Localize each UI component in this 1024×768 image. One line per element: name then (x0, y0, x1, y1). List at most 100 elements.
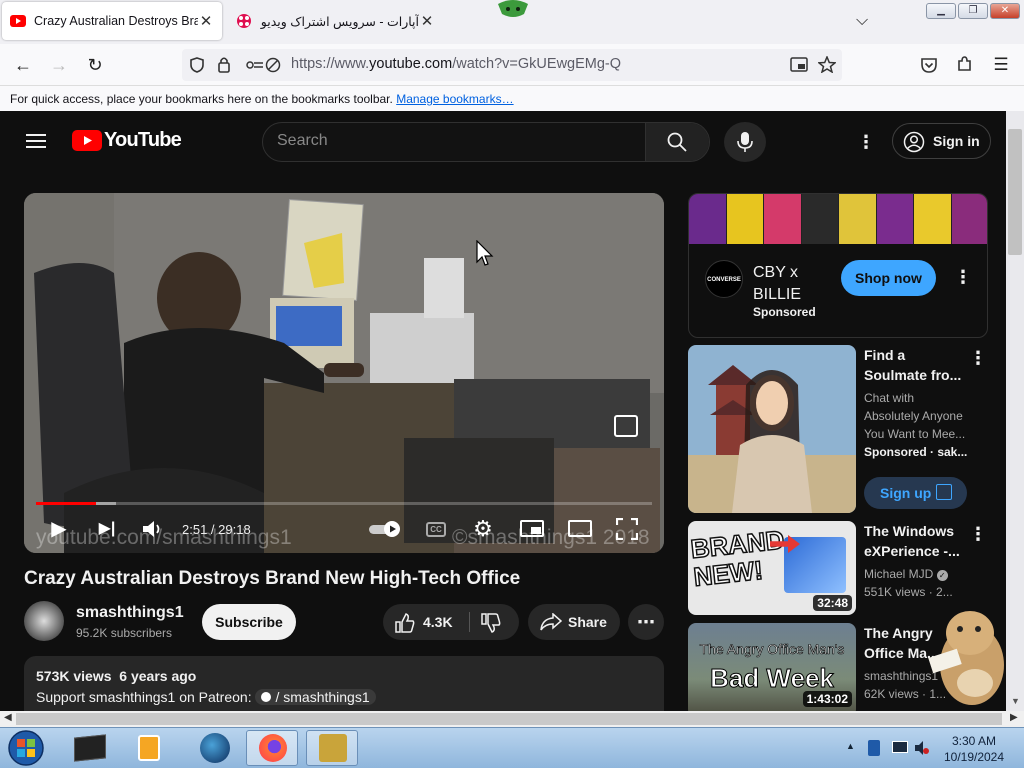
manage-bookmarks-link[interactable]: Manage bookmarks… (396, 92, 513, 106)
restore-window-button[interactable]: ❐ (958, 3, 988, 19)
scroll-down-arrow-icon[interactable]: ▼ (1011, 696, 1020, 706)
menu-hamburger-icon[interactable]: ☰ (988, 52, 1014, 78)
search-input[interactable]: Search (263, 123, 647, 161)
close-tab-icon[interactable]: ✕ (419, 12, 435, 30)
rec-kebab-icon[interactable]: ⋮ (969, 525, 987, 543)
back-button[interactable]: ← (10, 52, 36, 78)
start-orb-icon[interactable] (6, 729, 46, 767)
rec-kebab-icon[interactable]: ⋮ (969, 349, 987, 367)
rec-title: Find a Soulmate fro... (864, 347, 962, 383)
horizontal-scrollbar-thumb[interactable] (16, 713, 1002, 725)
tab-title: Crazy Australian Destroys Brand New High… (34, 14, 198, 28)
permissions-icon[interactable] (244, 57, 264, 73)
youtube-logo[interactable]: YouTube (72, 129, 182, 152)
shield-icon[interactable] (189, 57, 205, 73)
voice-search-button[interactable] (724, 122, 766, 162)
taskbar-globe-app-icon[interactable] (188, 730, 240, 766)
vertical-scrollbar[interactable]: ▼ (1006, 111, 1024, 711)
horizontal-scrollbar[interactable]: ◀ ▶ (0, 711, 1024, 727)
rec-stats: 551K views · 2... (864, 585, 953, 599)
video-thumbnail: BRAND NEW! 32:48 (688, 521, 856, 615)
browser-nav-bar: ← → ↻ https://www.youtube.com/watch?v=Gk… (0, 44, 1024, 86)
shop-now-button[interactable]: Shop now (841, 260, 936, 296)
search-box: Search (262, 122, 710, 162)
taskbar-firefox-icon[interactable] (246, 730, 298, 766)
autoplay-blocked-icon[interactable] (265, 57, 281, 73)
channel-avatar[interactable] (24, 601, 64, 641)
video-duration: 1:43:02 (802, 691, 852, 707)
tray-expand-icon[interactable]: ▲ (846, 741, 855, 751)
close-tab-icon[interactable]: ✕ (198, 12, 214, 30)
patreon-link-text: / smashthings1 (275, 689, 370, 705)
thumbs-up-icon[interactable] (395, 613, 415, 633)
video-duration: 32:48 (813, 595, 852, 611)
tray-volume-icon[interactable] (914, 740, 930, 756)
taskbar-media-player-icon[interactable] (122, 730, 174, 766)
search-button[interactable] (645, 123, 709, 161)
guide-menu-icon[interactable] (26, 133, 46, 149)
lock-icon[interactable] (217, 56, 231, 73)
play-button[interactable]: ▶ (46, 515, 72, 543)
upload-age: 6 years ago (119, 668, 197, 684)
sponsored-ad-card[interactable]: CONVERSE CBY x BILLIE Sponsored Shop now… (688, 193, 988, 338)
miniplayer-hint-icon[interactable] (614, 415, 638, 437)
tab-aparat[interactable]: آپارات - سرویس اشتراک ویدیو ✕ (228, 2, 443, 40)
extensions-icon[interactable] (955, 55, 973, 73)
recommendation-item[interactable]: BRAND NEW! 32:48 The Windows eXPerience … (688, 521, 988, 615)
miniplayer-icon[interactable] (520, 520, 544, 537)
view-count: 573K views (36, 668, 112, 684)
video-thumbnail (688, 345, 856, 513)
forward-button[interactable]: → (46, 52, 72, 78)
rec-title: The Windows eXPerience -... (864, 523, 960, 559)
mouse-cursor-icon (476, 240, 494, 266)
fullscreen-icon[interactable] (616, 518, 638, 540)
url-text[interactable]: https://www.youtube.com/watch?v=GkUEwgEM… (291, 56, 621, 72)
youtube-logo-icon (72, 130, 102, 151)
ad-kebab-icon[interactable]: ⋮ (954, 268, 972, 286)
taskbar-terminal-app-icon[interactable] (64, 730, 116, 766)
scroll-right-arrow-icon[interactable]: ▶ (1010, 712, 1018, 723)
subscribe-button[interactable]: Subscribe (202, 604, 296, 640)
bookmark-star-icon[interactable] (818, 56, 836, 73)
channel-name[interactable]: smashthings1 (76, 604, 184, 622)
autoplay-toggle-icon[interactable] (368, 519, 402, 539)
browser-tab-bar: Crazy Australian Destroys Brand New High… (0, 0, 1024, 44)
tray-security-icon[interactable] (868, 740, 880, 756)
next-button[interactable]: ▶| (94, 515, 120, 543)
pocket-icon[interactable] (920, 57, 938, 73)
rec-channel-name: Michael MJD (864, 567, 934, 581)
system-clock[interactable]: 3:30 AM 10/19/2024 (934, 733, 1014, 765)
recommendation-item[interactable]: Find a Soulmate fro... Chat with Absolut… (688, 345, 988, 515)
list-all-tabs-icon[interactable]: ⌵ (856, 12, 868, 30)
tab-youtube[interactable]: Crazy Australian Destroys Brand New High… (2, 2, 222, 40)
captions-icon[interactable]: CC (426, 522, 446, 537)
reload-button[interactable]: ↻ (82, 52, 108, 78)
rec-channel: Michael MJD ✓ (864, 565, 968, 583)
progress-bar[interactable] (36, 502, 652, 505)
thumbs-down-icon[interactable] (481, 613, 501, 633)
scrollbar-thumb[interactable] (1008, 129, 1022, 255)
taskbar-box-app-icon[interactable] (306, 730, 358, 766)
view-stats: 573K views 6 years ago (36, 668, 652, 684)
sign-in-button[interactable]: Sign in (892, 123, 991, 159)
tray-network-icon[interactable] (892, 741, 908, 753)
share-button[interactable]: Share (528, 604, 620, 640)
settings-kebab-icon[interactable]: ⋮ (857, 133, 875, 151)
more-actions-button[interactable]: ⋯ (628, 604, 664, 640)
settings-gear-icon[interactable]: ⚙ (470, 515, 496, 543)
picture-in-picture-icon[interactable] (790, 57, 808, 73)
search-icon (667, 132, 687, 152)
like-count[interactable]: 4.3K (423, 604, 453, 640)
scroll-left-arrow-icon[interactable]: ◀ (4, 712, 12, 723)
theater-mode-icon[interactable] (568, 520, 592, 537)
description-box[interactable]: 573K views 6 years ago Support smashthin… (24, 656, 664, 711)
patreon-link[interactable]: / smashthings1 (255, 689, 376, 705)
subscriber-count: 95.2K subscribers (76, 626, 173, 640)
volume-icon[interactable] (142, 519, 164, 539)
address-bar[interactable]: https://www.youtube.com/watch?v=GkUEwgEM… (182, 49, 842, 81)
clock-date: 10/19/2024 (943, 750, 1005, 764)
close-window-button[interactable]: ✕ (990, 3, 1020, 19)
sign-up-button[interactable]: Sign up (864, 477, 967, 509)
minimize-window-button[interactable]: ▁ (926, 3, 956, 19)
video-player[interactable]: youtube.com/smashthings1 ©smashthings1 2… (24, 193, 664, 553)
